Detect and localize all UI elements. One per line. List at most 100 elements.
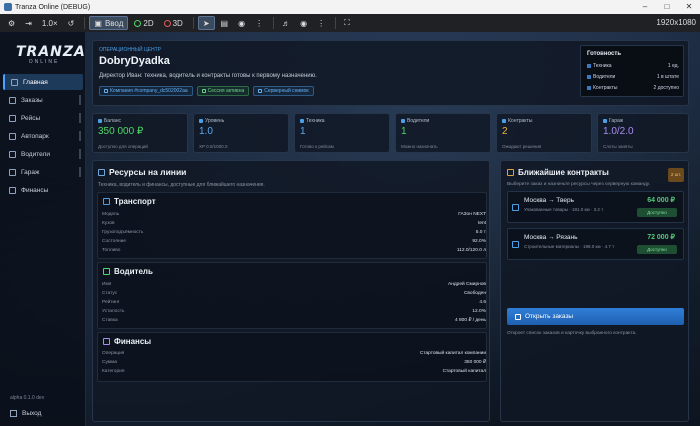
driver-icon (401, 119, 405, 123)
stat-card-balance: Баланс 350 000 ₽ Доступно для операций (92, 113, 188, 153)
driver-section: Водитель Имя Андрей Смирнов Статус Свободе… (97, 262, 487, 329)
select-cursor-icon[interactable]: ➤ (197, 16, 215, 30)
contract-price: 72 000 ₽ (647, 234, 675, 241)
close-icon[interactable]: ✕ (678, 0, 700, 14)
contracts-icon (507, 169, 514, 176)
sidebar-item-label: Автопарк (21, 132, 49, 140)
sidebar-item-trips[interactable]: Рейсы (3, 110, 83, 126)
visibility-icon[interactable]: ◉ (234, 16, 249, 30)
stat-value: 1 (401, 126, 407, 137)
contracts-panel: Ближайшие контракты 2 шт. Выберите заказ… (500, 160, 689, 422)
pause-icon[interactable]: ⚙ (4, 16, 19, 30)
stat-value: 1.0 (199, 126, 213, 137)
kv-row: Модель ГАЗон NEXT (102, 212, 490, 221)
sidebar-item-orders[interactable]: Заказы (3, 92, 83, 108)
contract-price: 64 000 ₽ (647, 197, 675, 204)
minimize-icon[interactable]: – (634, 0, 656, 14)
stat-label: Водители (407, 118, 430, 124)
audio-icon[interactable]: ♬ (278, 16, 294, 30)
mode-3d-button[interactable]: 3D (160, 16, 187, 30)
panel-subtitle: Выберите заказ и назначьте ресурсы через… (507, 182, 651, 187)
kv-key: Модель (102, 212, 120, 217)
company-name: DobryDyadka (99, 55, 170, 67)
contract-cargo: Строительные материалы · 198.0 км · 4.7 … (524, 244, 615, 249)
toolbar-divider (335, 17, 337, 29)
kv-row: Грузоподъёмность 5.0 т (102, 230, 490, 239)
mode-2d-label: 2D (143, 18, 154, 28)
stat-card-contracts: Контракты 2 Ожидают решения (496, 113, 592, 153)
sidebar-item-finance[interactable]: Финансы (3, 182, 83, 198)
stat-value: 2 (502, 126, 508, 137)
status-badge: Доступно (637, 245, 677, 254)
kv-key: Усталость (102, 309, 125, 314)
resources-icon (98, 168, 105, 176)
kv-value: 4.6 (479, 300, 486, 305)
layout-icon[interactable]: ▤ (217, 16, 233, 30)
stat-sub: Ожидают решения (502, 144, 542, 149)
exit-button[interactable]: Выход (6, 406, 78, 420)
sidebar-item-garage[interactable]: Гараж (3, 164, 83, 180)
kv-value: Стартовый капитал (442, 369, 486, 374)
scroll-indicator (79, 95, 81, 105)
exit-label: Выход (22, 409, 42, 417)
sidebar-item-drivers[interactable]: Водители (3, 146, 83, 162)
step-icon[interactable]: ⇥ (21, 16, 36, 30)
stats-row: Баланс 350 000 ₽ Доступно для операций Уро… (92, 113, 689, 153)
finance-section: Финансы Операция Стартовый капитал компан… (97, 332, 487, 382)
exit-icon (10, 409, 17, 417)
fullscreen-icon[interactable]: ⛶ (340, 16, 354, 30)
speed-select[interactable]: 1.0× (38, 16, 62, 30)
toolbar-divider (273, 17, 275, 29)
id-icon (104, 89, 108, 93)
kv-row: Состояние 92.0% (102, 239, 490, 248)
orders-icon (9, 96, 16, 104)
server-icon (258, 89, 263, 93)
kv-value: 4 800 ₽ / день (454, 318, 486, 323)
stat-value: 350 000 ₽ (98, 126, 144, 137)
kv-value: Андрей Смирнов (448, 282, 486, 287)
contract-icon (587, 86, 591, 90)
contract-card[interactable]: Москва → Тверь Упакованные товары · 181.… (507, 191, 684, 223)
more-icon[interactable]: ⋮ (251, 16, 267, 30)
stat-value: 1 (300, 126, 306, 137)
status-chips: Компания #company_dc502002aa Сессия акти… (99, 86, 318, 96)
open-orders-button[interactable]: Открыть заказы (507, 308, 684, 325)
stat-label: Баланс (104, 118, 122, 124)
kv-key: Рейтинг (102, 300, 120, 305)
balance-icon (98, 119, 102, 123)
scroll-indicator (79, 131, 81, 141)
reset-icon[interactable]: ↺ (64, 16, 79, 30)
transport-section: Транспорт Модель ГАЗон NEXT Кузов tent Гру… (97, 192, 487, 259)
sidebar-item-home[interactable]: Главная (3, 74, 83, 90)
settings-icon[interactable]: ⋮ (313, 16, 329, 30)
kv-key: Кузов (102, 221, 115, 226)
toolbar-divider (84, 17, 86, 29)
contract-card[interactable]: Москва → Рязань Строительные материалы ·… (507, 228, 684, 260)
route-icon (512, 204, 519, 211)
section-title: Водитель (114, 267, 153, 276)
kv-key: Операция (102, 351, 125, 356)
panel-title: Ближайшие контракты (518, 168, 609, 177)
readiness-row: Контракты 2 доступно (587, 85, 679, 91)
kv-value: ГАЗон NEXT (458, 212, 486, 217)
window-title: Tranza Online (DEBUG) (15, 3, 91, 11)
scroll-indicator (79, 167, 81, 177)
kv-row: Ставка 4 800 ₽ / день (102, 318, 490, 327)
kv-row: Усталость 12.0% (102, 309, 490, 318)
stat-value: 1.0/2.0 (603, 126, 634, 137)
sidebar-item-fleet[interactable]: Автопарк (3, 128, 83, 144)
mode-2d-button[interactable]: 2D (130, 16, 157, 30)
kv-key: Ставка (102, 318, 118, 323)
panel-subtitle: Техника, водитель и финансы, доступные д… (98, 182, 265, 188)
kv-row: Сумма 350 000 ₽ (102, 360, 490, 369)
scroll-indicator (79, 113, 81, 123)
wallet-icon (103, 338, 110, 345)
sidebar-item-label: Рейсы (21, 114, 41, 122)
version-label: alpha 0.1.0 dev (10, 395, 45, 401)
level-icon (199, 119, 203, 123)
readiness-title: Готовность (587, 51, 622, 57)
input-mode-button[interactable]: ▣ Ввод (89, 16, 129, 30)
stat-card-vehicles: Техника 1 Готово к рейсам (294, 113, 390, 153)
maximize-icon[interactable]: □ (656, 0, 678, 14)
camera-icon[interactable]: ◉ (296, 16, 311, 30)
